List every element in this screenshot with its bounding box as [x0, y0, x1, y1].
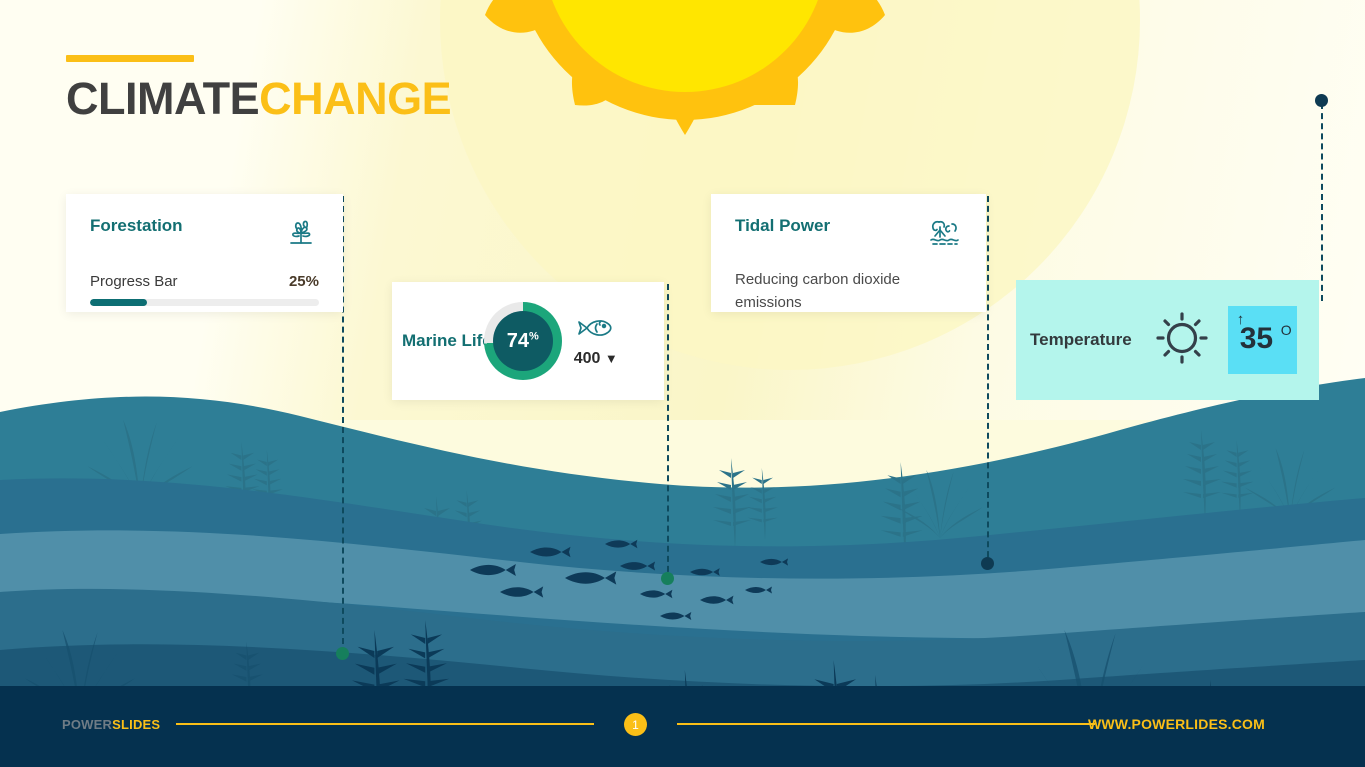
- tidal-power-header: Tidal Power: [735, 216, 962, 253]
- progress-bar-fill: [90, 299, 148, 306]
- forestation-header: Forestation: [90, 216, 319, 253]
- title-accent-rule: [66, 55, 194, 62]
- tidal-wave-icon: [926, 216, 962, 253]
- connector-line-temperature: [1321, 103, 1323, 301]
- connector-line-marine: [667, 284, 669, 582]
- sun-graphic: [455, 0, 915, 165]
- temperature-value: 35: [1239, 322, 1274, 355]
- footer-logo[interactable]: POWERSLIDES: [62, 717, 160, 732]
- marine-life-donut-chart: 74%: [483, 302, 562, 380]
- progress-bar-label: Progress Bar: [90, 273, 178, 290]
- marine-life-count-block: 400 ▼: [574, 315, 618, 368]
- sun-icon: [1154, 310, 1210, 371]
- temperature-title: Temperature: [1030, 330, 1132, 349]
- donut-value: 74%: [506, 330, 539, 352]
- marine-life-count: 400 ▼: [573, 349, 618, 367]
- card-tidal-power[interactable]: Tidal Power Reducing carbon dioxide emis…: [711, 194, 986, 312]
- connector-line-tidal: [987, 196, 989, 567]
- tidal-power-title: Tidal Power: [735, 216, 831, 235]
- title-text: CLIMATECHANGE: [66, 73, 452, 124]
- card-temperature[interactable]: Temperature ↑ 35 O: [1016, 280, 1319, 400]
- progress-bar-track[interactable]: [90, 299, 319, 306]
- forestation-title: Forestation: [90, 216, 183, 235]
- connector-dot-tidal: [981, 557, 994, 570]
- connector-dot-temperature: [1315, 94, 1328, 107]
- title-word-change: CHANGE: [259, 73, 452, 124]
- footer-url[interactable]: WWW.POWERLIDES.COM: [1088, 716, 1265, 732]
- footer-logo-part1: POWER: [62, 717, 113, 732]
- connector-dot-marine: [661, 572, 674, 585]
- marine-life-title: Marine Life: [402, 331, 492, 350]
- footer-logo-part2: SLIDES: [112, 717, 161, 732]
- trend-down-icon: ▼: [604, 350, 618, 366]
- temperature-degree-symbol: O: [1280, 322, 1292, 338]
- coral-icon: [283, 216, 319, 253]
- card-marine-life[interactable]: Marine Life 74% 400 ▼: [392, 282, 664, 400]
- slide-canvas: CLIMATECHANGE Forestation Progress Bar 2…: [0, 0, 1365, 767]
- card-forestation[interactable]: Forestation Progress Bar 25%: [66, 194, 343, 312]
- title-word-climate: CLIMATE: [66, 73, 260, 124]
- progress-bar-value: 25%: [288, 273, 319, 290]
- page-title: CLIMATECHANGE: [66, 55, 452, 124]
- tidal-power-description: Reducing carbon dioxide emissions: [735, 271, 901, 311]
- fish-icon: [575, 319, 617, 345]
- footer-rule-right: [677, 723, 1095, 725]
- footer-page-number: 1: [624, 713, 647, 736]
- temperature-badge: ↑ 35 O: [1227, 306, 1297, 374]
- footer-rule-left: [176, 723, 594, 725]
- donut-center: 74%: [492, 311, 553, 371]
- forestation-progress-row: Progress Bar 25%: [90, 273, 319, 290]
- connector-dot-forestation: [336, 647, 349, 660]
